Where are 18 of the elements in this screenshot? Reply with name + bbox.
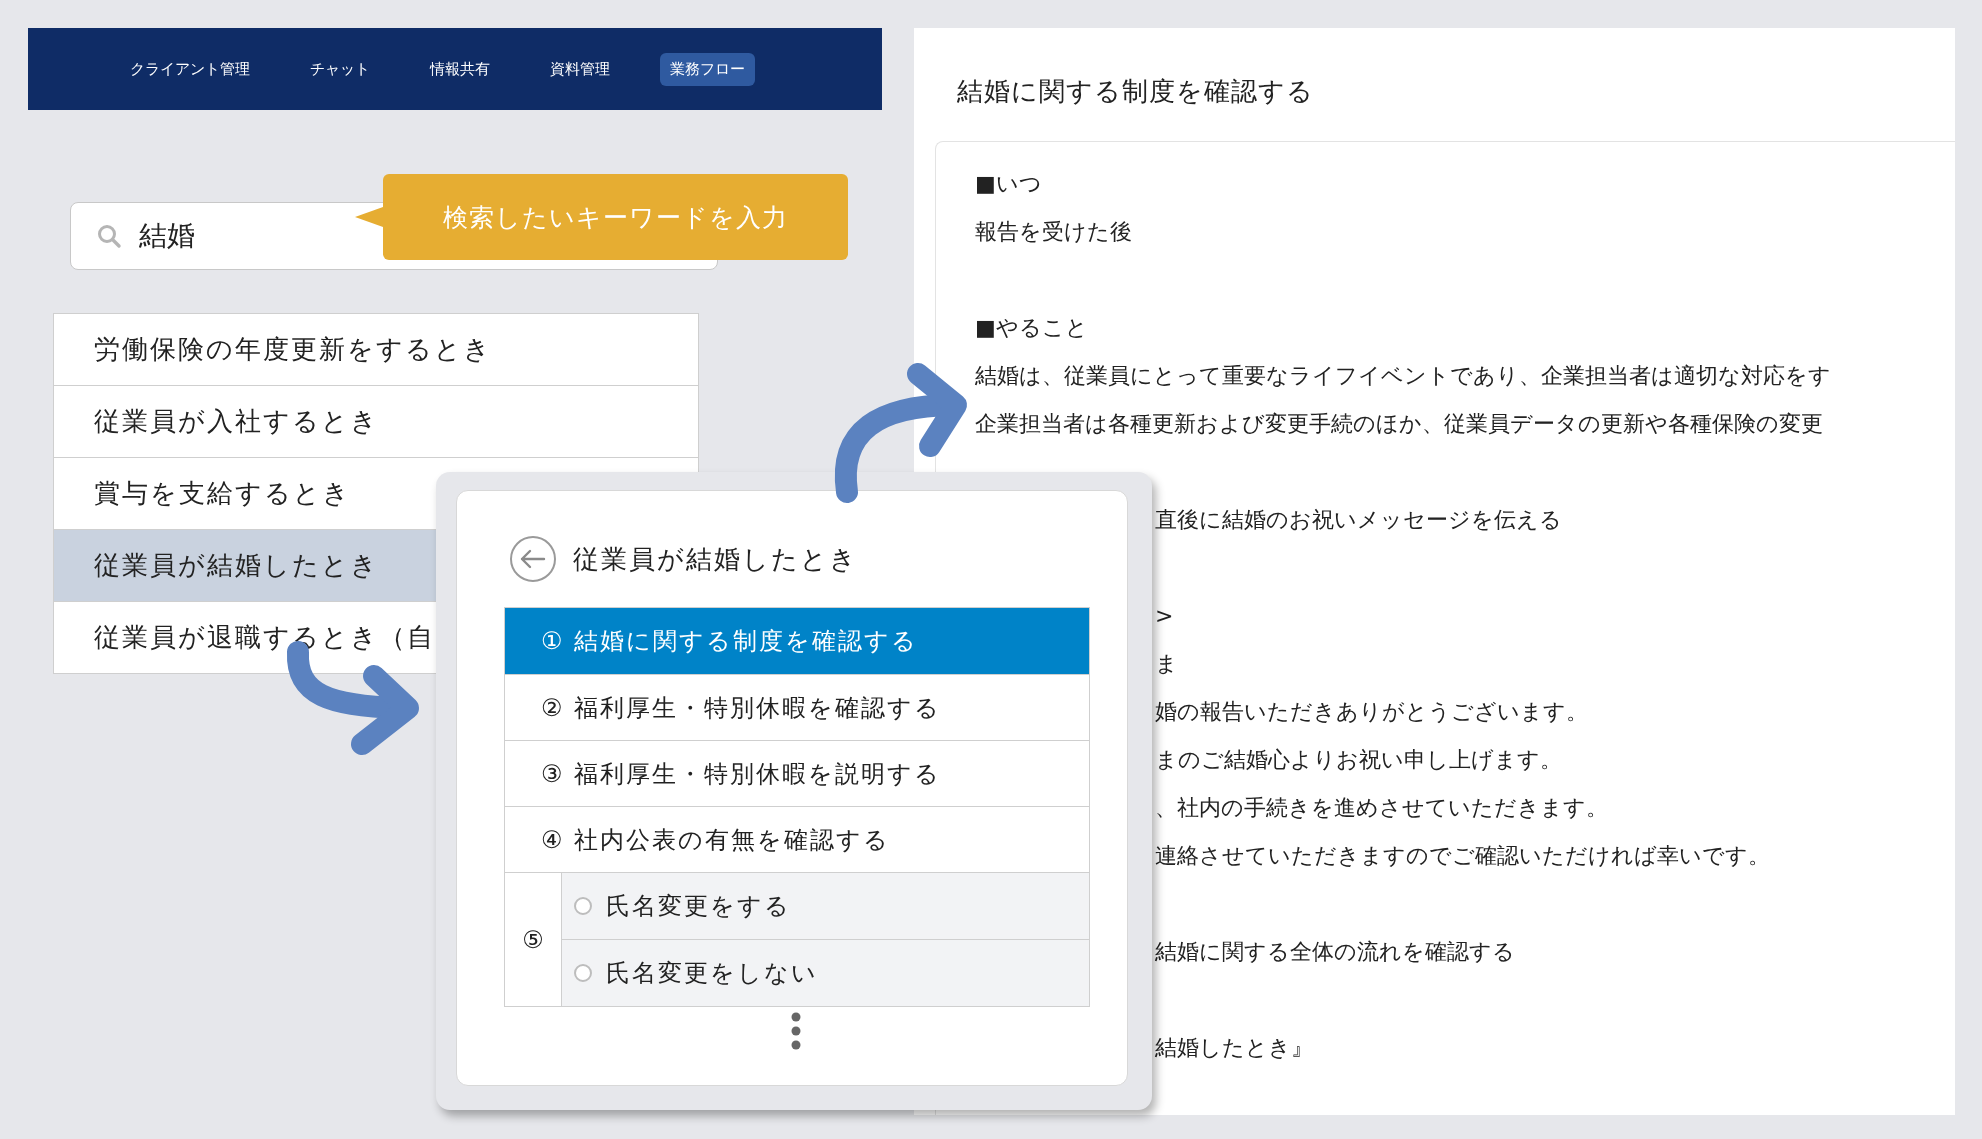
detail-title: 結婚に関する制度を確認する [956, 75, 1315, 108]
detail-text: ■いつ [975, 170, 1043, 198]
detail-text: 結婚に関する全体の流れを確認する [1154, 938, 1516, 966]
option-label: 氏名変更をする [606, 891, 791, 922]
detail-text: 企業担当者は各種更新および変更手続のほか、従業員データの更新や各種保険の変更 [975, 410, 1824, 438]
detail-text: 結婚したとき』 [1154, 1034, 1314, 1062]
detail-text: 報告を受けた後 [975, 218, 1133, 246]
detail-text: 結婚は、従業員にとって重要なライフイベントであり、企業担当者は適切な対応をす [975, 362, 1832, 390]
detail-text: 連絡させていただきますのでご確認いただければ幸いです。 [1154, 842, 1771, 870]
detail-text: 、社内の手続きを進めさせていただきます。 [1154, 794, 1609, 822]
tooltip: 検索したいキーワードを入力 [355, 174, 848, 260]
detail-text: ま [1154, 650, 1179, 678]
detail-text: 婚の報告いただきありがとうございます。 [1154, 698, 1589, 726]
detail-text: > [1154, 602, 1175, 630]
detail-text: ■やること [975, 314, 1089, 342]
detail-text: まのご結婚心よりお祝い申し上げます。 [1154, 746, 1563, 774]
detail-text: 直後に結婚のお祝いメッセージを伝える [1154, 506, 1563, 534]
option-label: 氏名変更をしない [606, 958, 818, 989]
